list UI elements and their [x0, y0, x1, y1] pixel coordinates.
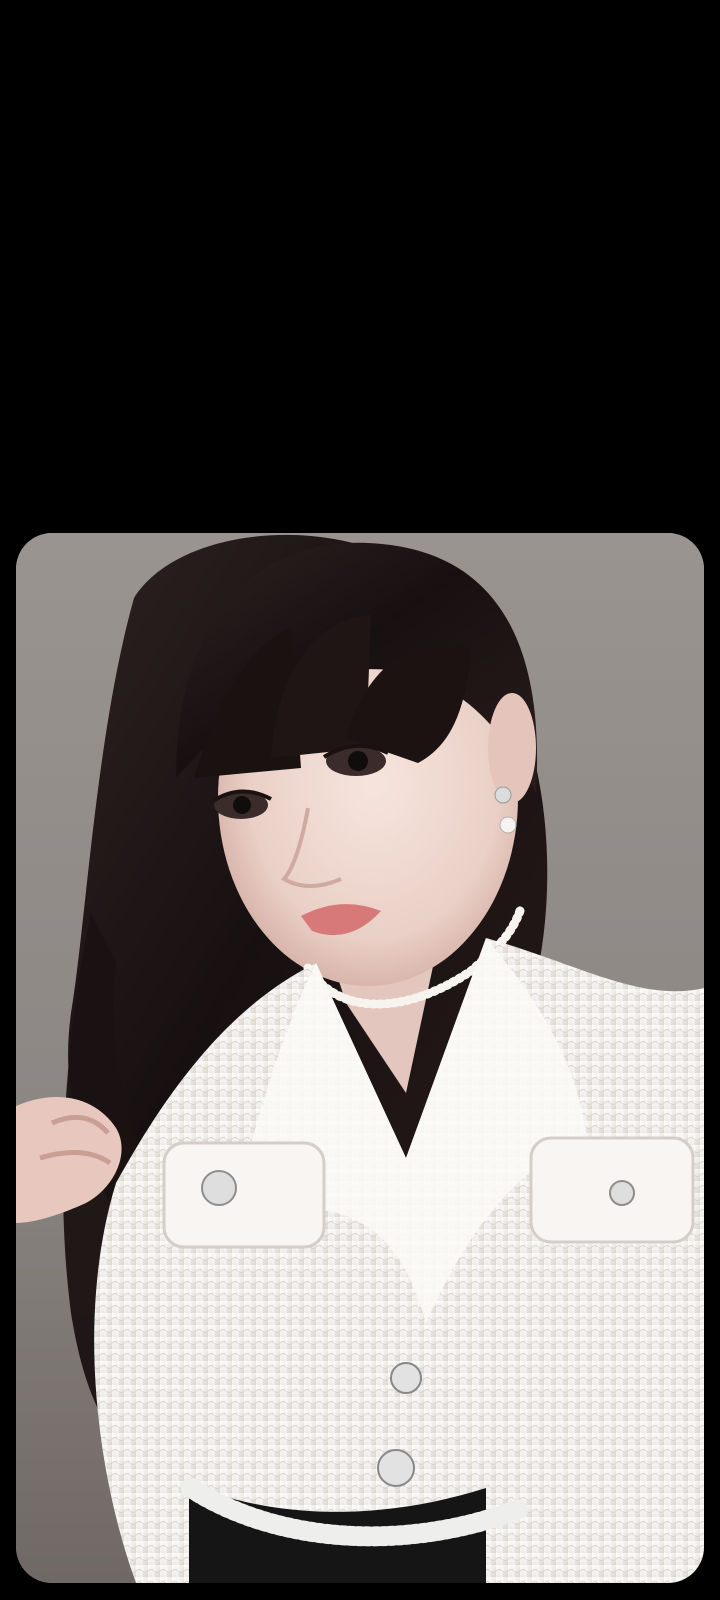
portrait-photo[interactable]: [16, 533, 704, 1583]
right-jewel-button: [609, 1180, 635, 1206]
lower-jewel-button: [377, 1449, 415, 1487]
ear: [488, 693, 536, 803]
center-jewel-button: [390, 1362, 422, 1394]
earring-top: [494, 786, 512, 804]
black-top-area: [0, 0, 720, 533]
screen: [0, 0, 720, 1600]
portrait-image: [16, 533, 704, 1583]
left-jewel-button: [201, 1170, 237, 1206]
left-pocket-flap: [162, 1141, 326, 1249]
earring-pearl: [499, 816, 517, 834]
